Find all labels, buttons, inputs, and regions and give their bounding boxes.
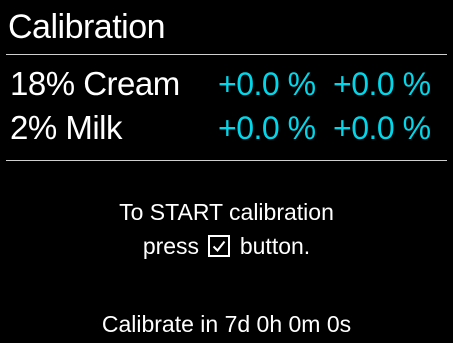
instruction-line-1: To START calibration: [119, 199, 334, 225]
calibration-offset-value: +0.0 %: [218, 110, 316, 146]
instruction-line-2: press button.: [0, 230, 453, 262]
calibration-row-label: 18% Cream: [10, 65, 180, 102]
calibration-row-milk: 2% Milk +0.0 % +0.0 %: [0, 106, 453, 150]
calibration-offset-value: +0.0 %: [333, 66, 431, 102]
calibration-countdown: Calibrate in 7d 0h 0m 0s: [101, 311, 352, 337]
check-box-icon: [208, 235, 231, 257]
calibration-offset-value: +0.0 %: [218, 66, 316, 102]
section-divider: [6, 160, 447, 161]
calibration-row-cream: 18% Cream +0.0 % +0.0 %: [0, 62, 453, 106]
instruction-press-text: press: [142, 233, 200, 259]
page-title: Calibration: [8, 8, 166, 46]
calibration-offset-value: +0.0 %: [333, 110, 431, 146]
calibration-row-label: 2% Milk: [10, 109, 123, 146]
instruction-button-text: button.: [239, 233, 311, 259]
title-divider: [6, 54, 447, 55]
calibration-screen: Calibration 18% Cream +0.0 % +0.0 % 2% M…: [0, 0, 453, 343]
